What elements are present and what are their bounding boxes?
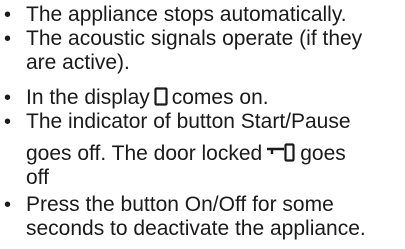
bullet: •	[4, 4, 12, 26]
item-5-text-line-1: Press the button On/Off for some	[26, 193, 334, 216]
bullet: •	[4, 194, 12, 216]
item-2-text-line-2: are active).	[26, 51, 130, 74]
item-3-text-pre: In the display	[26, 86, 150, 109]
list-item-4-line-2: goes off. The door locked goes	[26, 142, 346, 166]
list-item-5-line-2: seconds to deactivate the appliance.	[26, 217, 366, 241]
list-item-4-line-3: off	[26, 166, 49, 190]
item-4-text-line-2-post: goes	[300, 142, 346, 165]
item-2-text-line-1: The acoustic signals operate (if they	[26, 27, 363, 50]
item-4-text-line-1: The indicator of button Start/Pause	[26, 110, 351, 133]
list-item-1: The appliance stops automatically.	[26, 3, 347, 27]
bullet: •	[4, 28, 12, 50]
list-item-3: In the display comes on.	[26, 86, 269, 110]
item-5-text-line-2: seconds to deactivate the appliance.	[26, 217, 366, 240]
item-3-text-post: comes on.	[171, 86, 269, 109]
bullet: •	[4, 111, 12, 133]
list-item-2-line-1: The acoustic signals operate (if they	[26, 27, 362, 51]
bullet: •	[4, 87, 12, 109]
item-4-text-line-2: goes off. The door locked	[26, 142, 263, 165]
list-item-5-line-1: Press the button On/Off for some	[26, 193, 334, 217]
display-zero-icon	[154, 87, 168, 106]
instruction-list: • The appliance stops automatically. • T…	[0, 0, 405, 249]
list-item-2-line-2: are active).	[26, 51, 130, 75]
door-locked-icon	[266, 143, 296, 162]
list-item-4-line-1: The indicator of button Start/Pause	[26, 110, 351, 134]
item-1-text: The appliance stops automatically.	[26, 3, 347, 26]
item-4-text-line-3: off	[26, 166, 49, 189]
